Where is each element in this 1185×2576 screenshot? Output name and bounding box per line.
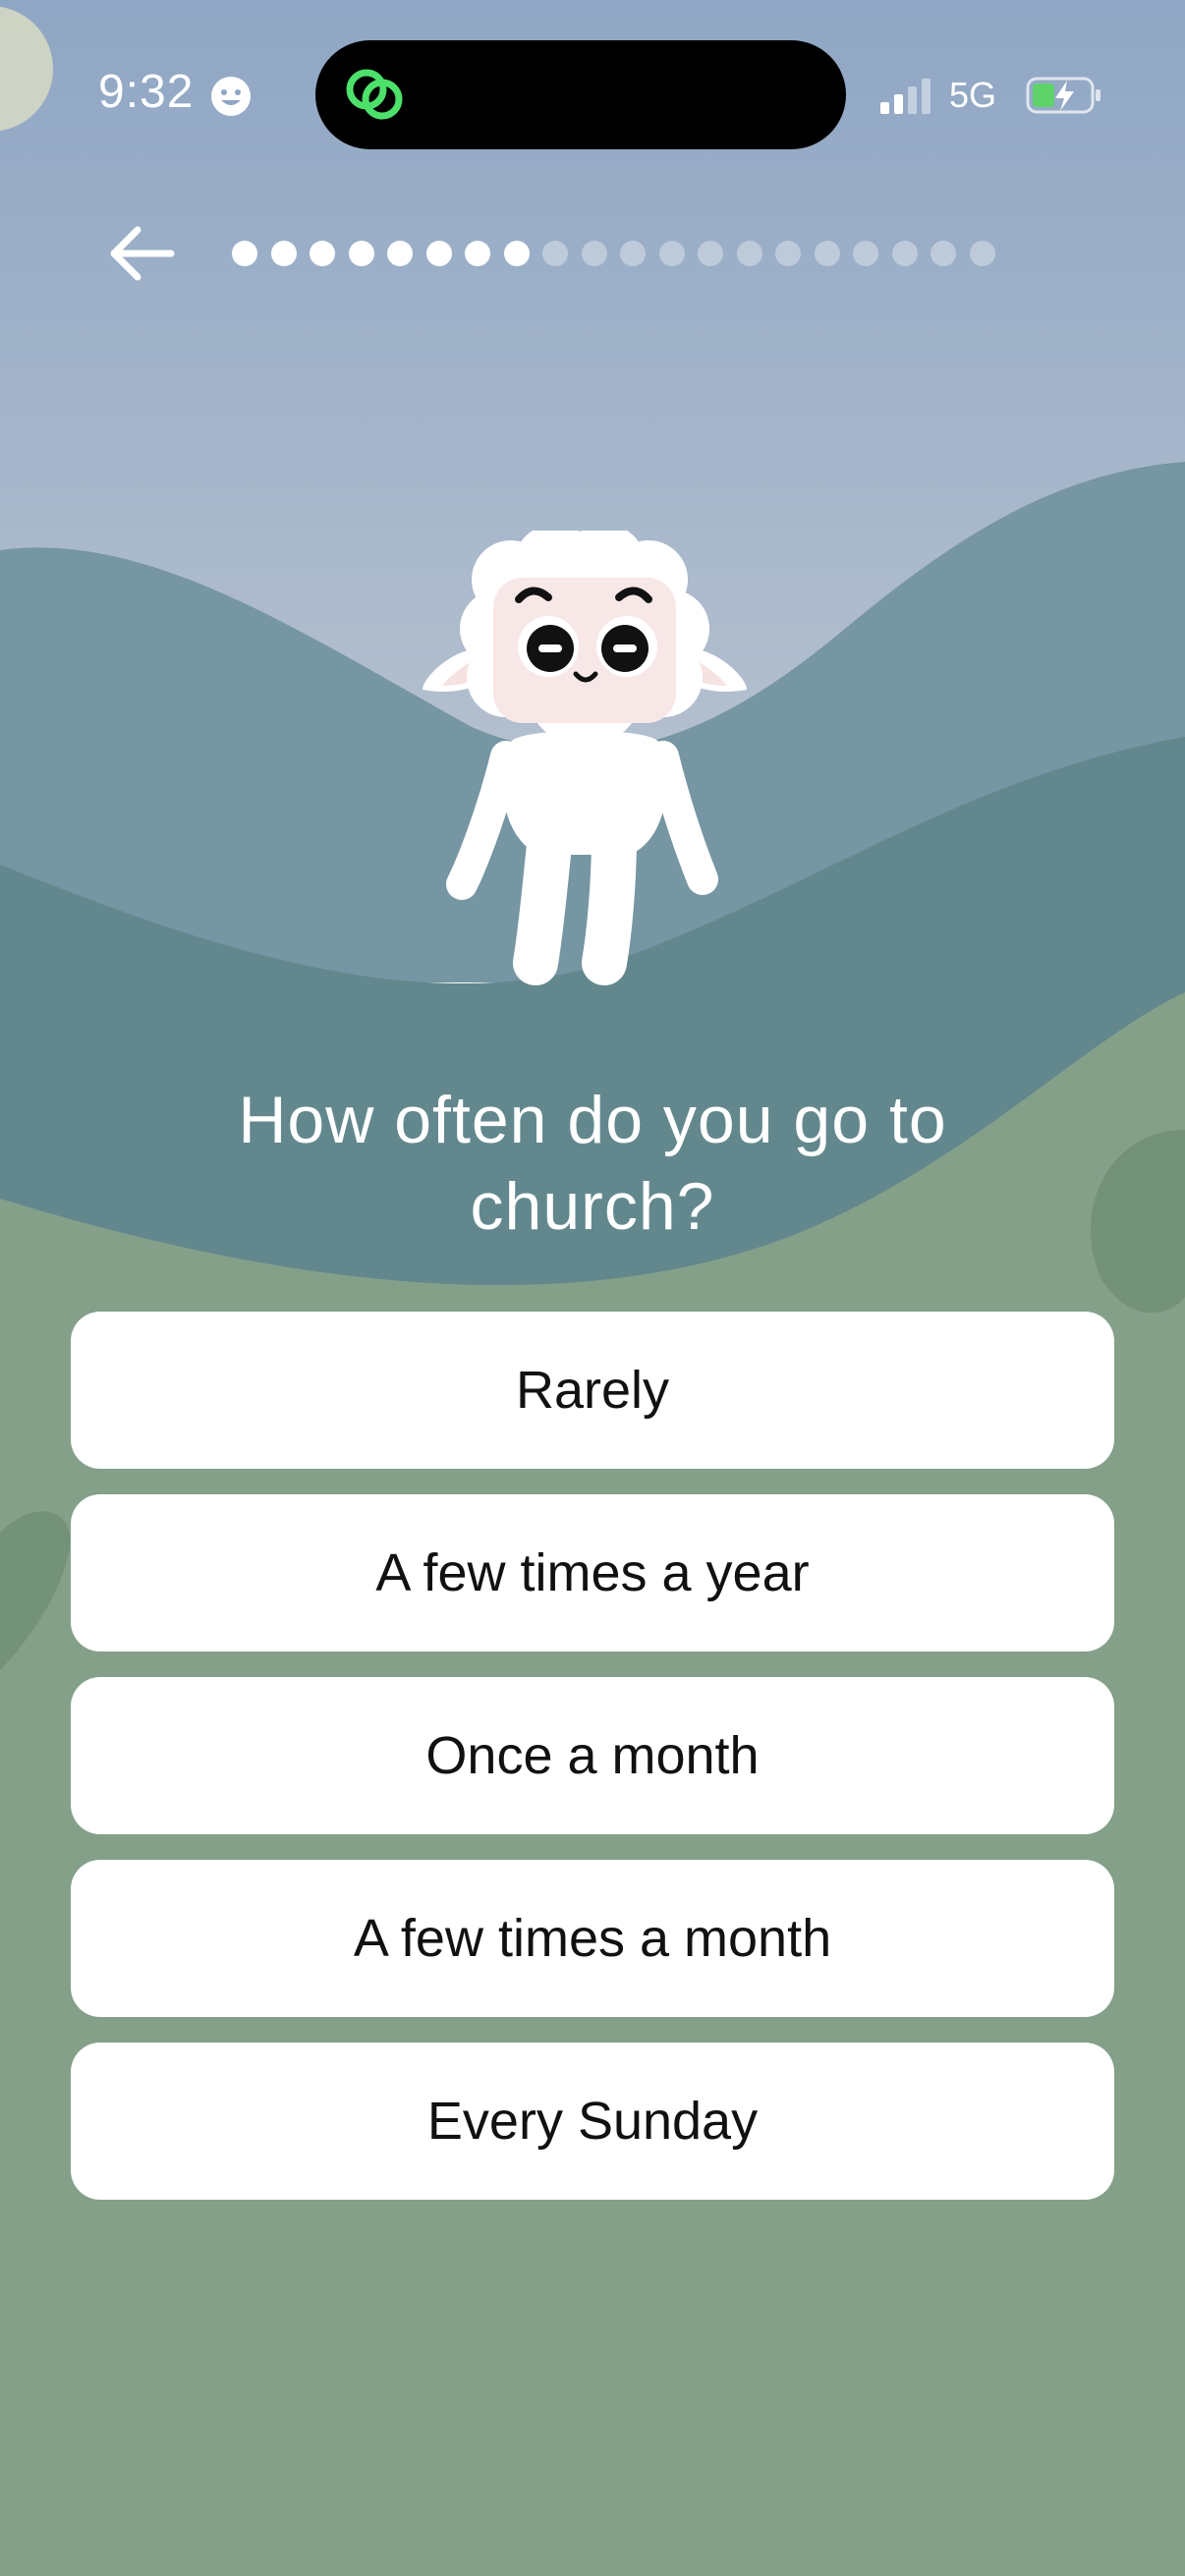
progress-dot-pending [853,241,878,266]
question-line-2: church? [470,1169,715,1244]
charging-battery-icon [1026,77,1100,114]
progress-dot-pending [581,241,607,266]
option-every-sunday-button[interactable]: Every Sunday [71,2043,1114,2200]
arrow-left-icon [110,226,175,281]
option-few-times-year-button[interactable]: A few times a year [71,1494,1114,1652]
option-rarely-button[interactable]: Rarely [71,1312,1114,1469]
progress-dot-pending [814,241,840,266]
status-bar: 9:32 5G [0,0,1185,187]
progress-dot-pending [658,241,685,266]
progress-dot-pending [969,241,995,266]
progress-dot-pending [698,241,723,266]
status-time: 9:32 [98,66,195,118]
network-type: 5G [949,75,997,115]
back-button[interactable] [102,218,181,289]
progress-dot-completed [465,241,490,266]
progress-dot-pending [931,241,956,266]
smiley-face-icon [211,77,251,116]
linked-rings-icon [346,69,403,120]
option-once-month-button[interactable]: Once a month [71,1677,1114,1834]
progress-dot-pending [542,241,568,266]
progress-dot-pending [620,241,646,266]
option-few-times-month-button[interactable]: A few times a month [71,1860,1114,2017]
question-line-1: How often do you go to [238,1083,947,1157]
progress-dot-completed [387,241,413,266]
progress-dot-completed [310,241,335,266]
question-title: How often do you go to church? [98,1077,1087,1250]
lamb-mascot-illustration [423,531,747,985]
cellular-signal-icon [880,79,931,114]
progress-dot-pending [775,241,801,266]
progress-dot-pending [891,241,918,266]
dynamic-island [315,40,846,149]
progress-dot-completed [348,241,374,266]
lamb-body [446,730,718,985]
progress-dot-completed [425,241,452,266]
progress-indicator [232,240,998,269]
progress-dot-completed [232,241,257,266]
progress-dot-completed [270,241,297,266]
progress-dot-completed [503,241,530,266]
progress-dot-pending [736,241,762,266]
